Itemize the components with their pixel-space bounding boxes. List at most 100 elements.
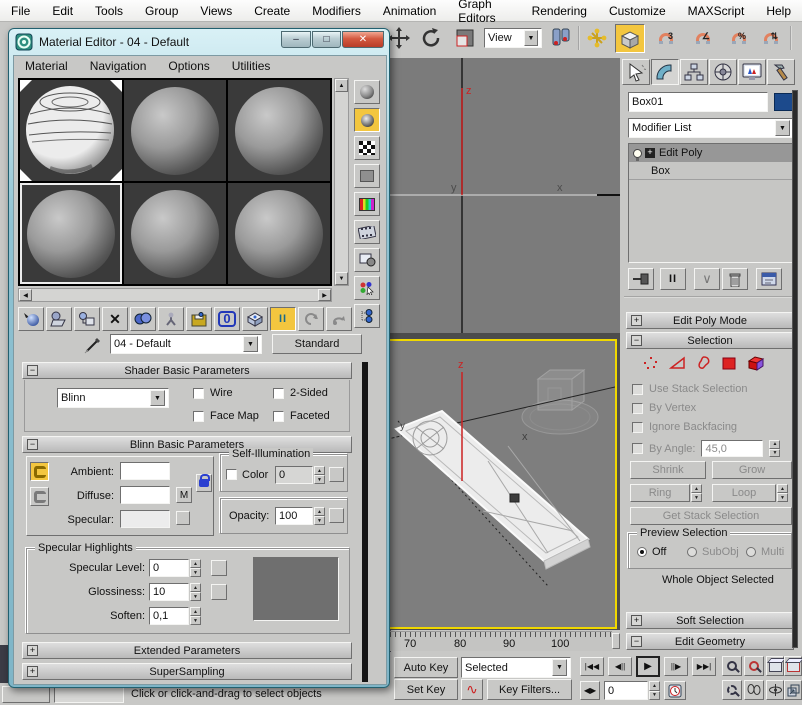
sample-slot-3[interactable] — [228, 80, 330, 181]
go-to-end-button[interactable]: ▶▶| — [692, 657, 716, 676]
modifier-stack[interactable]: + Edit Poly Box — [628, 143, 794, 263]
material-editor-window[interactable]: Material Editor - 04 - Default – □ ✕ Mat… — [8, 28, 390, 688]
sample-slot-6[interactable] — [228, 183, 330, 284]
opacity-map-button[interactable] — [329, 508, 344, 523]
pick-material-from-object-button[interactable] — [84, 336, 104, 354]
face-map-checkbox-row[interactable]: Face Map — [193, 410, 259, 422]
menu-maxscript[interactable]: MAXScript — [677, 4, 756, 18]
go-to-start-button[interactable]: |◀◀ — [580, 657, 604, 676]
show-end-result-button[interactable]: II — [270, 307, 296, 331]
default-in-out-tangents-button[interactable]: ∿ — [461, 679, 483, 700]
get-stack-selection-button[interactable]: Get Stack Selection — [630, 507, 792, 525]
sample-slot-2[interactable] — [124, 80, 226, 181]
expand-plus-icon[interactable]: + — [645, 148, 655, 158]
chevron-down-icon[interactable]: ▼ — [524, 30, 538, 46]
two-sided-checkbox-row[interactable]: 2-Sided — [273, 387, 328, 399]
sample-uv-tiling-button[interactable] — [354, 164, 380, 188]
use-pivot-point-center-button[interactable] — [548, 25, 574, 51]
modifier-list-dropdown[interactable]: Modifier List ▼ — [628, 118, 794, 138]
remove-modifier-button[interactable] — [722, 268, 748, 290]
time-slider-end[interactable] — [612, 633, 620, 649]
material-map-navigator-button[interactable] — [354, 304, 380, 328]
ambient-diffuse-lock-button[interactable] — [196, 474, 212, 492]
go-forward-to-sibling-button[interactable] — [326, 307, 352, 331]
soften-spinner[interactable]: ▲▼ — [190, 607, 201, 625]
scroll-up-button[interactable]: ▲ — [335, 79, 348, 92]
chevron-down-icon[interactable]: ▼ — [775, 120, 790, 136]
diffuse-color-swatch[interactable] — [120, 486, 170, 504]
zoom-region-button[interactable] — [722, 680, 742, 700]
lock-diffuse-specular-button[interactable] — [30, 487, 49, 506]
use-stack-selection-checkbox[interactable] — [632, 384, 643, 395]
menu-create[interactable]: Create — [243, 4, 301, 18]
menu-options[interactable]: Options — [157, 59, 220, 73]
assign-material-to-selection-button[interactable] — [74, 307, 100, 331]
opacity-spinner[interactable]: ▲▼ — [314, 507, 325, 525]
polygon-subobject-button[interactable] — [721, 355, 737, 374]
lock-ambient-diffuse-button[interactable] — [30, 462, 49, 481]
pin-stack-button[interactable] — [628, 268, 654, 290]
rollout-extended-parameters[interactable]: + Extended Parameters — [22, 642, 352, 659]
chevron-down-icon[interactable]: ▼ — [243, 336, 258, 352]
menu-help[interactable]: Help — [755, 4, 802, 18]
menu-modifiers[interactable]: Modifiers — [301, 4, 372, 18]
zoom-extents-button[interactable] — [766, 656, 784, 676]
sample-slot-4-active[interactable] — [20, 183, 122, 284]
frame-spinner[interactable]: ▲▼ — [649, 681, 660, 700]
menu-navigation[interactable]: Navigation — [79, 59, 158, 73]
tab-modify[interactable] — [651, 59, 679, 85]
rollout-scrollbar[interactable] — [362, 362, 368, 682]
status-toggle-group[interactable] — [2, 686, 50, 703]
specular-level-field[interactable]: 0 — [149, 559, 189, 577]
object-name-field[interactable]: Box01 — [628, 92, 768, 112]
shrink-button[interactable]: Shrink — [630, 461, 706, 479]
play-button[interactable]: ▶ — [636, 656, 660, 677]
opacity-field[interactable]: 100 — [275, 507, 313, 525]
glossiness-spinner[interactable]: ▲▼ — [190, 583, 201, 601]
sample-vertical-scrollbar[interactable]: ▲ ▼ — [334, 78, 349, 286]
time-configuration-button[interactable] — [664, 681, 686, 700]
by-angle-field[interactable]: 45,0 — [701, 440, 763, 457]
menu-group[interactable]: Group — [134, 4, 189, 18]
close-button[interactable]: ✕ — [342, 31, 384, 48]
faceted-checkbox[interactable] — [273, 411, 284, 422]
chevron-down-icon[interactable]: ▼ — [552, 659, 567, 676]
menu-file[interactable]: File — [0, 4, 41, 18]
snap-3d-button[interactable]: 3 — [653, 25, 679, 51]
material-id-channel-button[interactable]: 0 — [214, 307, 240, 331]
material-editor-options-button[interactable] — [354, 248, 380, 272]
object-color-swatch[interactable] — [774, 93, 794, 111]
element-subobject-button[interactable] — [746, 355, 766, 374]
material-editor-titlebar[interactable]: Material Editor - 04 - Default – □ ✕ — [9, 29, 389, 55]
sample-horizontal-scrollbar[interactable]: ◀ ▶ — [18, 288, 332, 302]
make-unique-button-me[interactable] — [158, 307, 184, 331]
viewport-perspective-active[interactable]: z x y — [386, 339, 617, 629]
configure-modifier-sets-button[interactable] — [756, 268, 782, 290]
rollout-edit-poly-mode[interactable]: + Edit Poly Mode — [626, 312, 794, 329]
material-name-dropdown[interactable]: 04 - Default ▼ — [110, 334, 262, 354]
specular-map-button[interactable] — [176, 511, 190, 525]
scroll-down-button[interactable]: ▼ — [335, 272, 348, 285]
menu-utilities[interactable]: Utilities — [221, 59, 282, 73]
tab-display[interactable] — [738, 59, 766, 85]
next-frame-button[interactable]: ||▶ — [664, 657, 688, 676]
rollout-shader-basic-parameters[interactable]: − Shader Basic Parameters — [22, 362, 352, 379]
select-and-scale-button[interactable] — [452, 25, 478, 51]
reference-coordinate-system-dropdown[interactable]: View ▼ — [484, 28, 542, 48]
video-color-check-button[interactable] — [354, 192, 380, 216]
zoom-extents-all-button[interactable] — [784, 656, 802, 676]
spinner-snap-button[interactable]: ⇅ — [758, 25, 784, 51]
auto-key-button[interactable]: Auto Key — [394, 657, 458, 678]
use-stack-selection-row[interactable]: Use Stack Selection — [632, 383, 747, 395]
by-angle-row[interactable]: By Angle: 45,0 ▲ ▼ — [632, 440, 780, 457]
select-by-material-button[interactable] — [354, 276, 380, 300]
current-frame-field[interactable]: 0 — [604, 681, 648, 700]
menu-graph-editors[interactable]: Graph Editors — [447, 0, 520, 25]
tab-utilities[interactable] — [767, 59, 795, 85]
rollout-soft-selection[interactable]: + Soft Selection — [626, 612, 794, 629]
maximize-viewport-button[interactable] — [784, 680, 802, 700]
by-vertex-row[interactable]: By Vertex — [632, 402, 696, 414]
border-subobject-button[interactable] — [696, 355, 712, 374]
self-illumination-field[interactable]: 0 — [275, 466, 313, 484]
backlight-button[interactable] — [354, 108, 380, 132]
